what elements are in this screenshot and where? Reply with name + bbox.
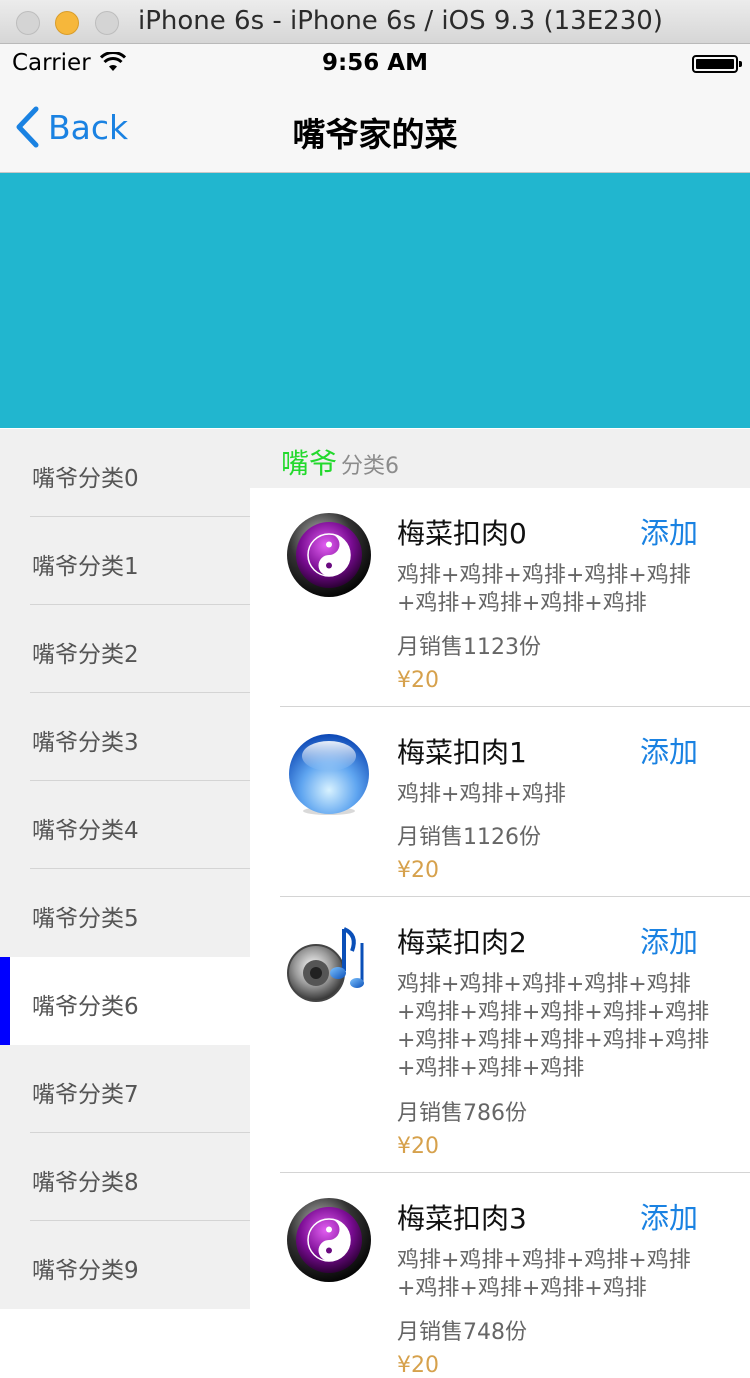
navigation-bar: Back 嘴爷家的菜	[0, 84, 750, 173]
add-button[interactable]: 添加	[640, 919, 698, 961]
blue-orb-icon	[289, 734, 369, 815]
list-item[interactable]: 梅菜扣肉0 添加 鸡排+鸡排+鸡排+鸡排+鸡排+鸡排+鸡排+鸡排+鸡排 月销售1…	[250, 488, 750, 707]
dish-description: 鸡排+鸡排+鸡排	[397, 782, 566, 807]
window-zoom-button[interactable]	[95, 11, 119, 35]
sidebar-item-category-4[interactable]: 嘴爷分类4	[0, 781, 250, 869]
sidebar-item-label: 嘴爷分类8	[32, 1170, 139, 1196]
dish-name: 梅菜扣肉3	[397, 1202, 527, 1235]
sidebar-item-category-3[interactable]: 嘴爷分类3	[0, 693, 250, 781]
window-minimize-button[interactable]	[55, 11, 79, 35]
add-button[interactable]: 添加	[640, 1195, 698, 1237]
sidebar-item-label: 嘴爷分类3	[32, 730, 139, 756]
sidebar-item-label: 嘴爷分类4	[32, 818, 139, 844]
sidebar-item-category-0[interactable]: 嘴爷分类0	[0, 429, 250, 517]
sidebar-item-label: 嘴爷分类7	[32, 1082, 139, 1108]
simulator-title: iPhone 6s - iPhone 6s / iOS 9.3 (13E230)	[138, 6, 663, 36]
status-bar: Carrier 9:56 AM	[0, 44, 750, 84]
dish-description: 鸡排+鸡排+鸡排+鸡排+鸡排+鸡排+鸡排+鸡排+鸡排+鸡排+鸡排+鸡排+鸡排+鸡…	[397, 972, 710, 1081]
sidebar-item-category-6-selected[interactable]: 嘴爷分类6	[0, 957, 250, 1045]
section-brand: 嘴爷	[281, 447, 338, 480]
sidebar-item-label: 嘴爷分类1	[32, 554, 139, 580]
simulator-title-bar: iPhone 6s - iPhone 6s / iOS 9.3 (13E230)	[0, 0, 750, 44]
dish-list[interactable]: 嘴爷 分类6 梅菜扣肉0 添加 鸡排+鸡排+鸡排+鸡排+鸡排+鸡排+鸡排+鸡排+…	[250, 429, 750, 1378]
sidebar-item-category-2[interactable]: 嘴爷分类2	[0, 605, 250, 693]
status-time: 9:56 AM	[322, 50, 428, 76]
dish-name: 梅菜扣肉1	[397, 736, 527, 769]
sidebar-item-label: 嘴爷分类6	[32, 994, 139, 1020]
page-title: 嘴爷家的菜	[292, 115, 458, 154]
sidebar-item-label: 嘴爷分类9	[32, 1258, 139, 1284]
sidebar-item-category-8[interactable]: 嘴爷分类8	[0, 1133, 250, 1221]
dish-description: 鸡排+鸡排+鸡排+鸡排+鸡排+鸡排+鸡排+鸡排+鸡排	[397, 1248, 691, 1301]
header-banner	[0, 173, 750, 428]
speaker-music-icon	[287, 927, 364, 1002]
yin-yang-icon	[287, 513, 371, 597]
sidebar-item-category-1[interactable]: 嘴爷分类1	[0, 517, 250, 605]
dish-price: ¥20	[397, 1353, 439, 1378]
sidebar-item-label: 嘴爷分类5	[32, 906, 139, 932]
list-item[interactable]: 梅菜扣肉1 添加 鸡排+鸡排+鸡排 月销售1126份 ¥20	[250, 707, 750, 897]
dish-price: ¥20	[397, 858, 439, 883]
dish-description: 鸡排+鸡排+鸡排+鸡排+鸡排+鸡排+鸡排+鸡排+鸡排	[397, 563, 691, 616]
dish-name: 梅菜扣肉2	[397, 926, 527, 959]
sidebar-item-category-9[interactable]: 嘴爷分类9	[0, 1221, 250, 1309]
yin-yang-icon	[287, 1198, 371, 1282]
add-button[interactable]: 添加	[640, 510, 698, 552]
add-button[interactable]: 添加	[640, 729, 698, 771]
list-item[interactable]: 梅菜扣肉3 添加 鸡排+鸡排+鸡排+鸡排+鸡排+鸡排+鸡排+鸡排+鸡排 月销售7…	[250, 1173, 750, 1378]
battery-icon	[692, 55, 742, 73]
window-close-button[interactable]	[16, 11, 40, 35]
sidebar-item-label: 嘴爷分类2	[32, 642, 139, 668]
section-header: 嘴爷 分类6	[250, 429, 750, 488]
dish-price: ¥20	[397, 668, 439, 693]
sidebar-item-category-5[interactable]: 嘴爷分类5	[0, 869, 250, 957]
selected-indicator	[0, 957, 10, 1045]
category-sidebar[interactable]: 嘴爷分类0 嘴爷分类1 嘴爷分类2 嘴爷分类3 嘴爷分类4 嘴爷分类5 嘴爷分类…	[0, 429, 250, 1309]
dish-name: 梅菜扣肉0	[397, 517, 527, 550]
dish-sales: 月销售786份	[397, 1101, 527, 1126]
list-item[interactable]: 梅菜扣肉2 添加 鸡排+鸡排+鸡排+鸡排+鸡排+鸡排+鸡排+鸡排+鸡排+鸡排+鸡…	[250, 897, 750, 1173]
sidebar-item-label: 嘴爷分类0	[32, 466, 139, 492]
section-subtitle: 分类6	[341, 454, 399, 479]
dish-price: ¥20	[397, 1134, 439, 1159]
dish-sales: 月销售748份	[397, 1320, 527, 1345]
dish-sales: 月销售1123份	[397, 635, 541, 660]
dish-sales: 月销售1126份	[397, 825, 541, 850]
sidebar-item-category-7[interactable]: 嘴爷分类7	[0, 1045, 250, 1133]
